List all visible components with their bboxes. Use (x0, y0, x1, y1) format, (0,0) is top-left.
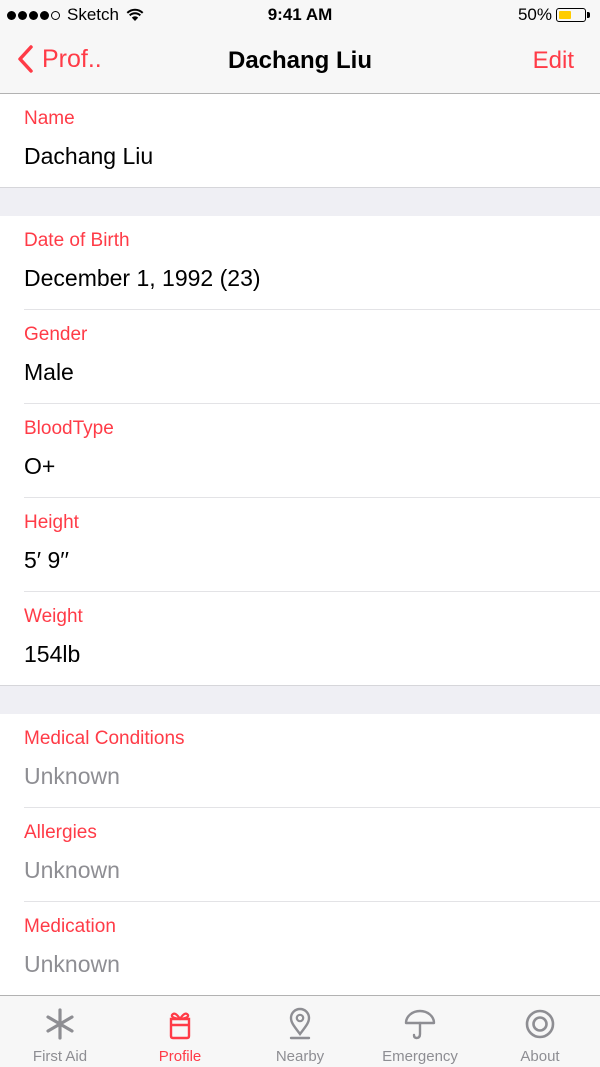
field-label: Date of Birth (24, 230, 130, 251)
tab-label: Nearby (275, 1048, 325, 1065)
field-value: Unknown (24, 857, 120, 883)
asterisk-icon (46, 1008, 74, 1040)
field-row-name[interactable]: Name Dachang Liu (24, 94, 600, 187)
name-section: Name Dachang Liu (0, 94, 600, 188)
field-label: Weight (24, 606, 83, 627)
field-row-gender[interactable]: Gender Male (24, 310, 600, 404)
tab-label: First Aid (32, 1048, 88, 1065)
section-separator (0, 188, 600, 216)
tab-nearby[interactable]: Nearby (240, 996, 360, 1067)
medical-section: Medical Conditions Unknown Allergies Unk… (0, 714, 600, 996)
location-pin-icon (289, 1007, 311, 1040)
field-row-medical-conditions[interactable]: Medical Conditions Unknown (24, 714, 600, 808)
field-label: Gender (24, 324, 88, 345)
tab-label: Profile (158, 1048, 202, 1065)
navigation-bar: Prof.. Dachang Liu Edit (0, 30, 600, 94)
page-title: Dachang Liu (227, 47, 372, 74)
tab-about[interactable]: About (480, 996, 600, 1067)
field-label: BloodType (24, 418, 114, 439)
field-row-blood-type[interactable]: BloodType O+ (24, 404, 600, 498)
field-label: Height (24, 512, 79, 533)
target-icon (525, 1009, 555, 1039)
tab-label: About (520, 1048, 560, 1065)
field-value: 5′ 9′′ (24, 547, 69, 573)
tab-label: Emergency (382, 1048, 458, 1065)
status-time: 9:41 AM (267, 5, 333, 24)
field-row-height[interactable]: Height 5′ 9′′ (24, 498, 600, 592)
field-label: Name (24, 108, 75, 129)
umbrella-icon (404, 1009, 436, 1040)
field-row-medication[interactable]: Medication Unknown (24, 902, 600, 995)
status-right: 50% (517, 5, 590, 25)
vitals-section: Date of Birth December 1, 1992 (23) Gend… (0, 216, 600, 686)
battery-percentage: 50% (517, 5, 552, 24)
tab-bar: First Aid Profile Nearby Emergency About (0, 995, 600, 1067)
tab-emergency[interactable]: Emergency (360, 996, 480, 1067)
tab-first-aid[interactable]: First Aid (0, 996, 120, 1067)
field-row-date-of-birth[interactable]: Date of Birth December 1, 1992 (23) (24, 216, 600, 310)
battery-icon (556, 8, 590, 22)
tab-profile[interactable]: Profile (120, 996, 240, 1067)
field-value: Unknown (24, 951, 120, 977)
profile-content: Name Dachang Liu Date of Birth December … (0, 94, 600, 996)
field-value: Dachang Liu (24, 143, 154, 169)
field-value: Unknown (24, 763, 120, 789)
field-label: Medication (24, 916, 116, 937)
field-value: December 1, 1992 (23) (24, 265, 261, 291)
field-row-allergies[interactable]: Allergies Unknown (24, 808, 600, 902)
status-bar: Sketch 9:41 AM 50% (0, 0, 600, 30)
field-value: O+ (24, 453, 56, 479)
profile-icon (169, 1012, 191, 1040)
field-row-weight[interactable]: Weight 154lb (24, 592, 600, 685)
field-value: 154lb (24, 641, 81, 667)
field-label: Medical Conditions (24, 728, 185, 749)
field-label: Allergies (24, 822, 97, 843)
field-value: Male (24, 359, 74, 385)
edit-button[interactable]: Edit (533, 47, 574, 75)
section-separator (0, 686, 600, 714)
